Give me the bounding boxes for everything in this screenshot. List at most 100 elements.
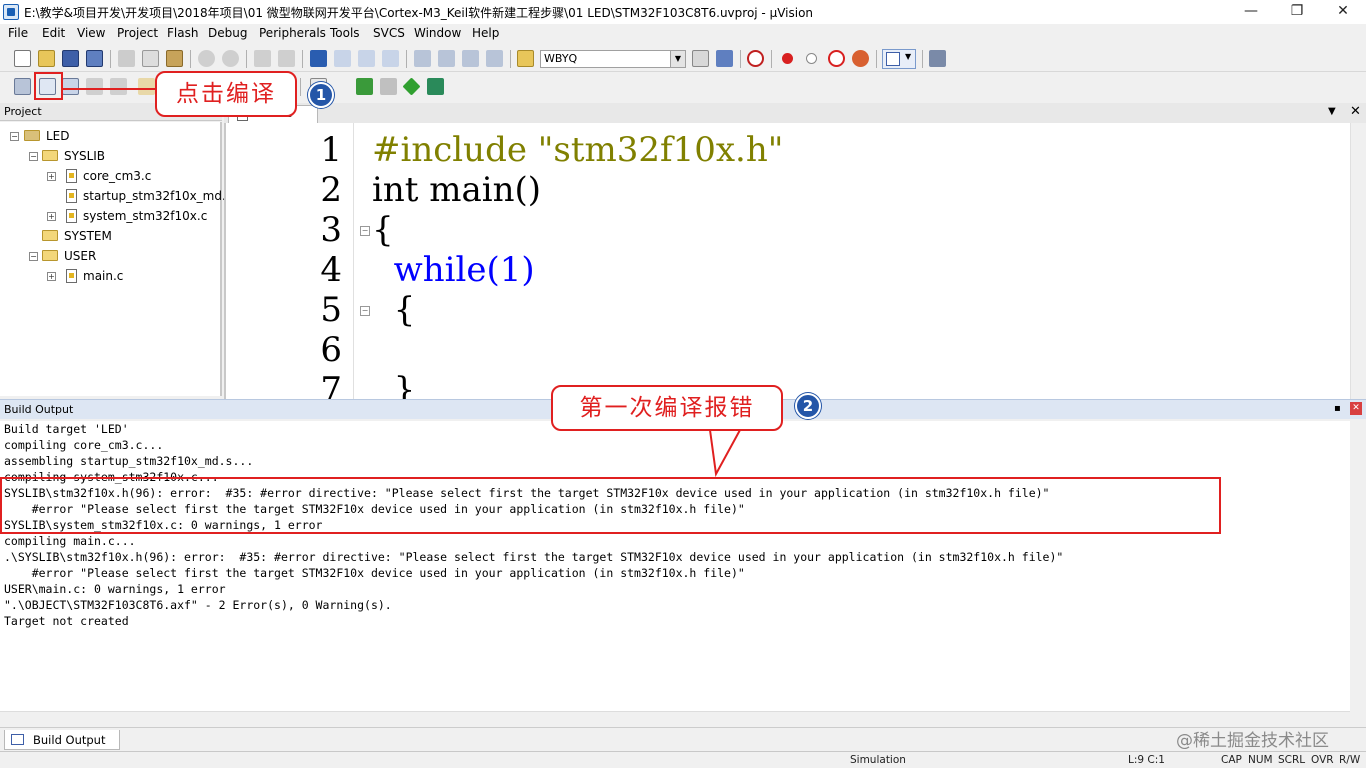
output-line: compiling main.c... [4, 534, 136, 548]
nav-forward-icon[interactable] [278, 50, 295, 67]
menu-debug[interactable]: Debug [208, 26, 247, 40]
menu-svcs[interactable]: SVCS [373, 26, 405, 40]
output-horizontal-scrollbar[interactable] [0, 711, 1350, 727]
code-line-1: #include "stm32f10x.h" [372, 130, 784, 170]
file-icon [66, 209, 77, 223]
menu-window[interactable]: Window [414, 26, 461, 40]
file-extensions-icon[interactable] [380, 78, 397, 95]
comment-icon[interactable] [462, 50, 479, 67]
stop-build-icon[interactable] [110, 78, 127, 95]
uncomment-icon[interactable] [486, 50, 503, 67]
callout-first-compile-error: 第一次编译报错 [551, 385, 783, 431]
line-number: 5 [320, 290, 342, 330]
close-tab-icon[interactable]: ✕ [1350, 104, 1361, 119]
toolbar-separator [190, 50, 191, 68]
copy-icon[interactable] [142, 50, 159, 67]
indent-icon[interactable] [414, 50, 431, 67]
expand-icon[interactable]: + [47, 272, 56, 281]
pack-installer-icon[interactable] [402, 77, 421, 96]
toolbar-separator [302, 50, 303, 68]
window-layout-button[interactable]: ▼ [882, 49, 916, 69]
paste-icon[interactable] [166, 50, 183, 67]
manage-components-icon[interactable] [356, 78, 373, 95]
open-file-icon[interactable] [38, 50, 55, 67]
restore-button[interactable]: ❐ [1274, 0, 1320, 24]
project-tree: − LED − SYSLIB + core_cm3.c startup_stm3… [0, 122, 226, 396]
chevron-down-icon[interactable]: ▼ [670, 51, 685, 67]
menu-file[interactable]: File [8, 26, 28, 40]
output-line: compiling core_cm3.c... [4, 438, 164, 452]
find-in-files-icon[interactable] [517, 50, 534, 67]
code-line-3: { [372, 210, 394, 250]
tree-item-label: SYSTEM [64, 229, 112, 243]
build-output-log[interactable]: Build target 'LED' compiling core_cm3.c.… [0, 421, 1350, 711]
fold-collapse-icon[interactable]: − [360, 226, 370, 236]
incremental-find-icon[interactable] [716, 50, 733, 67]
unindent-icon[interactable] [438, 50, 455, 67]
line-number: 2 [320, 170, 342, 210]
next-bookmark-icon[interactable] [358, 50, 375, 67]
debug-start-icon[interactable] [747, 50, 764, 67]
menu-flash[interactable]: Flash [167, 26, 198, 40]
status-bar: Simulation L:9 C:1 CAP NUM SCRL OVR R/W [0, 751, 1366, 768]
breakpoint-icon[interactable] [782, 53, 793, 64]
callout1-pointer [62, 88, 157, 90]
editor-scrollbar[interactable] [1350, 123, 1366, 399]
target-select-value: WBYQ [544, 52, 578, 65]
kill-all-breakpoints-icon[interactable] [852, 50, 869, 67]
configure-icon[interactable] [929, 50, 946, 67]
output-line: .\SYSLIB\stm32f10x.h(96): error: #35: #e… [4, 550, 1064, 564]
redo-icon[interactable] [222, 50, 239, 67]
fold-collapse-icon[interactable]: − [360, 306, 370, 316]
minimize-button[interactable]: — [1228, 0, 1274, 24]
pin-icon[interactable]: ▪ [1334, 403, 1341, 414]
editor-tab-bar: main.c ▼ ✕ [224, 103, 1366, 123]
tree-item-label: SYSLIB [64, 149, 106, 163]
new-file-icon[interactable] [14, 50, 31, 67]
collapse-icon[interactable]: − [29, 252, 38, 261]
nav-back-icon[interactable] [254, 50, 271, 67]
batch-build-icon[interactable] [86, 78, 103, 95]
code-editor[interactable]: 1 2 3 4 5 6 7 − − #include "stm32f10x.h"… [224, 123, 1366, 399]
close-panel-icon[interactable]: ✕ [1350, 402, 1362, 415]
disable-all-breakpoints-icon[interactable] [828, 50, 845, 67]
save-all-icon[interactable] [86, 50, 103, 67]
output-vertical-scrollbar[interactable] [1350, 421, 1366, 727]
bookmark-icon[interactable] [310, 50, 327, 67]
step-badge-1: 1 [308, 82, 334, 108]
save-icon[interactable] [62, 50, 79, 67]
find-icon[interactable] [692, 50, 709, 67]
download-icon[interactable] [138, 78, 155, 95]
toolbar-separator [740, 50, 741, 68]
close-button[interactable]: ✕ [1320, 0, 1366, 24]
tab-list-chevron-icon[interactable]: ▼ [1328, 106, 1336, 117]
disable-breakpoint-icon[interactable] [806, 53, 817, 64]
run-time-environment-icon[interactable] [427, 78, 444, 95]
tab-build-output[interactable]: Build Output [4, 730, 120, 750]
collapse-icon[interactable]: − [29, 152, 38, 161]
target-select[interactable]: WBYQ ▼ [540, 50, 686, 68]
undo-icon[interactable] [198, 50, 215, 67]
clear-bookmarks-icon[interactable] [382, 50, 399, 67]
menu-view[interactable]: View [77, 26, 105, 40]
menu-peripherals[interactable]: Peripherals [259, 26, 326, 40]
menu-tools[interactable]: Tools [330, 26, 360, 40]
cut-icon[interactable] [118, 50, 135, 67]
menu-edit[interactable]: Edit [42, 26, 65, 40]
rebuild-icon[interactable] [62, 78, 79, 95]
collapse-icon[interactable]: − [10, 132, 19, 141]
prev-bookmark-icon[interactable] [334, 50, 351, 67]
status-rw: R/W [1339, 754, 1361, 766]
toolbar-separator [300, 78, 301, 96]
translate-icon[interactable] [14, 78, 31, 95]
status-cap: CAP [1221, 754, 1242, 766]
title-bar: E:\教学&项目开发\开发项目\2018年项目\01 微型物联网开发平台\Cor… [0, 0, 1366, 24]
expand-icon[interactable]: + [47, 172, 56, 181]
menu-help[interactable]: Help [472, 26, 499, 40]
build-output-icon [11, 734, 24, 745]
expand-icon[interactable]: + [47, 212, 56, 221]
code-line-7: } [372, 370, 416, 399]
code-line-4: while(1) [372, 250, 535, 290]
tree-item-label: startup_stm32f10x_md. [83, 189, 226, 203]
menu-project[interactable]: Project [117, 26, 158, 40]
